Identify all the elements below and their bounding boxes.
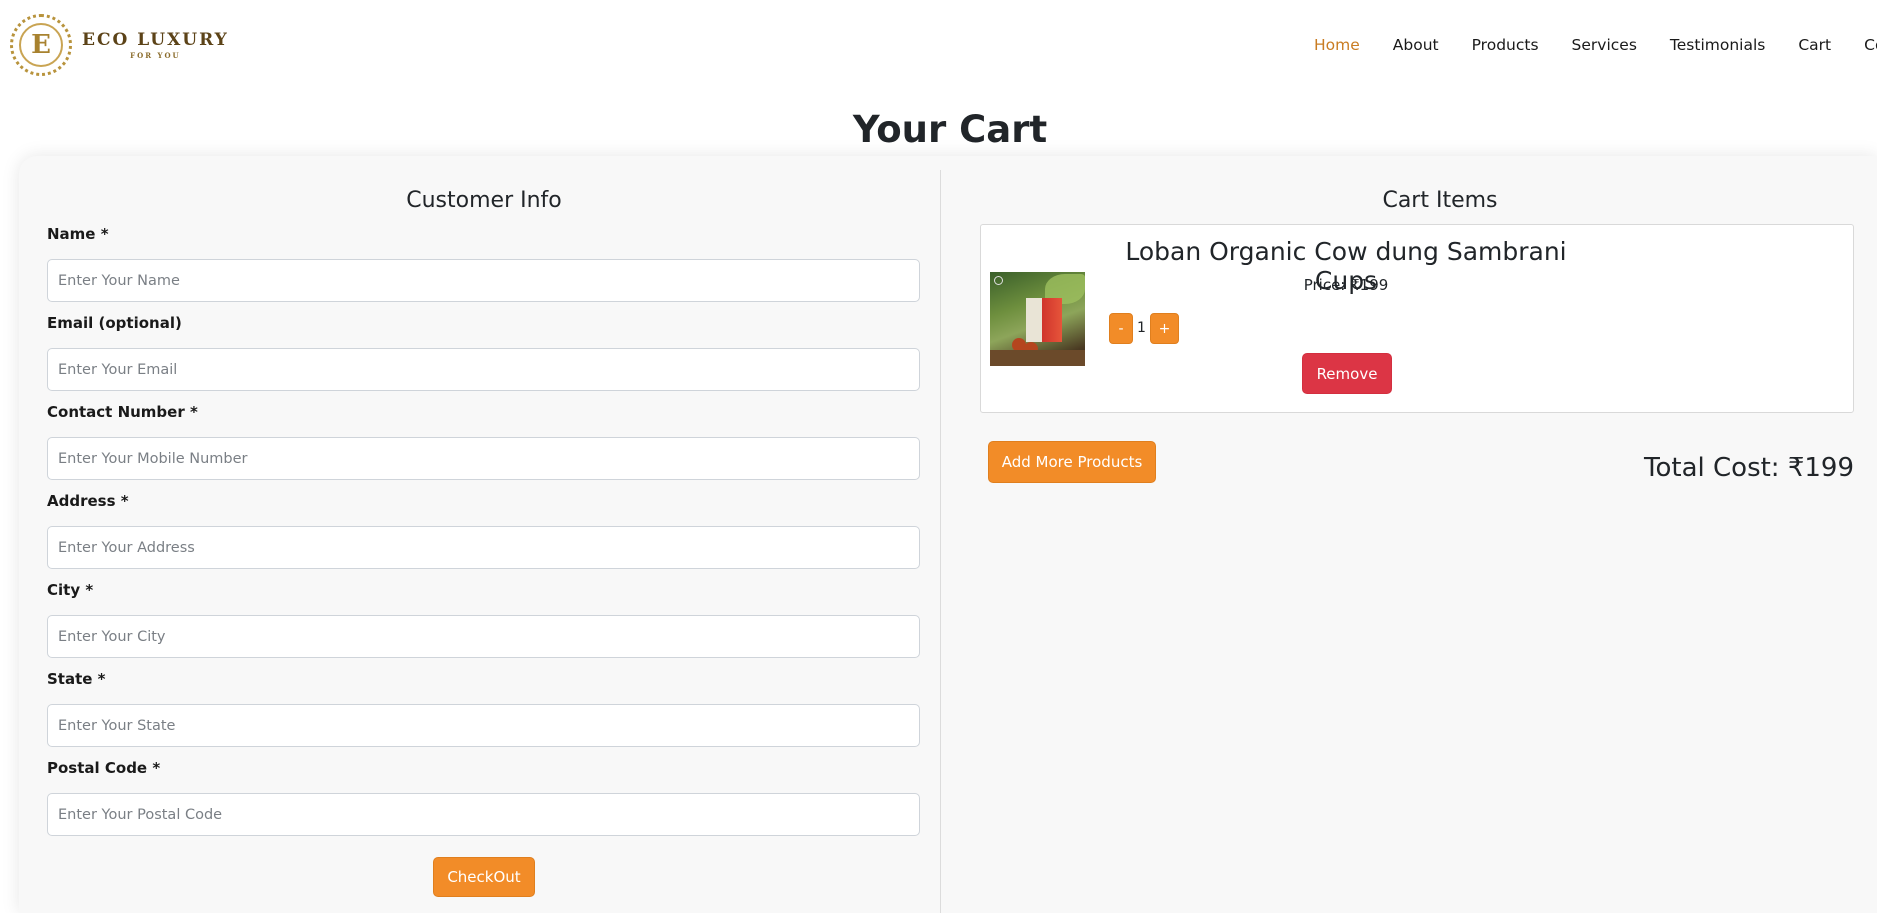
email-label: Email (optional) — [47, 314, 182, 332]
address-input[interactable] — [47, 526, 920, 569]
name-input[interactable] — [47, 259, 920, 302]
city-input[interactable] — [47, 615, 920, 658]
logo-seal-icon: E — [10, 14, 72, 76]
name-label: Name * — [47, 225, 109, 243]
state-input[interactable] — [47, 704, 920, 747]
contact-number-input[interactable] — [47, 437, 920, 480]
nav-testimonials[interactable]: Testimonials — [1670, 36, 1765, 54]
cart-items-title: Cart Items — [1382, 188, 1498, 213]
nav-cart[interactable]: Cart — [1798, 36, 1831, 54]
page-title: Your Cart — [852, 108, 1048, 151]
add-more-products-button[interactable]: Add More Products — [988, 441, 1156, 483]
site-header: E ECO LUXURY FOR YOU Home About Products… — [0, 0, 1877, 92]
city-label: City * — [47, 581, 94, 599]
nav-contact[interactable]: Contac — [1864, 36, 1877, 54]
checkout-button[interactable]: CheckOut — [433, 857, 535, 897]
column-divider — [940, 170, 941, 913]
brand-tagline: FOR YOU — [130, 51, 181, 60]
main-nav: Home About Products Services Testimonial… — [1314, 36, 1877, 54]
nav-home[interactable]: Home — [1314, 36, 1360, 54]
logo-wordmark: ECO LUXURY FOR YOU — [82, 30, 229, 60]
cart-item-card: Loban Organic Cow dung Sambrani Cups Pri… — [980, 224, 1854, 413]
brand-logo[interactable]: E ECO LUXURY FOR YOU — [10, 14, 229, 76]
product-image — [990, 272, 1085, 366]
product-price: Price: ₹199 — [1303, 276, 1389, 294]
logo-seal-letter: E — [31, 30, 51, 60]
brand-name: ECO LUXURY — [82, 30, 229, 50]
quantity-increase-button[interactable]: + — [1150, 313, 1179, 344]
total-cost: Total Cost: ₹199 — [1644, 453, 1854, 483]
nav-products[interactable]: Products — [1472, 36, 1539, 54]
address-label: Address * — [47, 492, 129, 510]
state-label: State * — [47, 670, 106, 688]
postal-code-label: Postal Code * — [47, 759, 161, 777]
contact-number-label: Contact Number * — [47, 403, 198, 421]
customer-info-title: Customer Info — [406, 188, 562, 213]
quantity-decrease-button[interactable]: - — [1109, 313, 1133, 344]
nav-about[interactable]: About — [1393, 36, 1439, 54]
nav-services[interactable]: Services — [1572, 36, 1637, 54]
email-input[interactable] — [47, 348, 920, 391]
quantity-value: 1 — [1137, 320, 1146, 336]
postal-code-input[interactable] — [47, 793, 920, 836]
remove-item-button[interactable]: Remove — [1302, 353, 1392, 394]
